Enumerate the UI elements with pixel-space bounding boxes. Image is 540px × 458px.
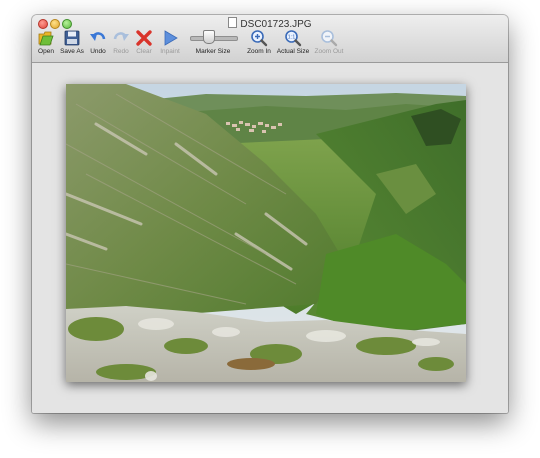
marker-size-slider[interactable] bbox=[185, 29, 241, 47]
landscape-photo bbox=[66, 84, 466, 382]
redo-label: Redo bbox=[113, 48, 129, 55]
save-as-button[interactable]: Save As bbox=[58, 29, 86, 61]
open-folder-icon bbox=[38, 31, 54, 46]
photo-canvas[interactable] bbox=[66, 84, 466, 382]
zoom-out-icon bbox=[321, 30, 338, 47]
zoom-in-label: Zoom In bbox=[247, 48, 271, 55]
zoom-in-icon bbox=[251, 30, 268, 47]
inpaint-label: Inpaint bbox=[160, 48, 180, 55]
open-button[interactable]: Open bbox=[34, 29, 58, 61]
svg-text:1:1: 1:1 bbox=[288, 35, 296, 41]
inpaint-play-icon bbox=[164, 30, 178, 46]
app-window: DSC01723.JPG Open Save As Undo Redo Clea… bbox=[32, 15, 508, 413]
actual-size-label: Actual Size bbox=[276, 48, 310, 55]
actual-size-button[interactable]: 1:1 Actual Size bbox=[275, 29, 311, 61]
open-label: Open bbox=[38, 48, 54, 55]
title-bar: DSC01723.JPG Open Save As Undo Redo Clea… bbox=[32, 15, 508, 63]
slider-knob[interactable] bbox=[203, 30, 216, 44]
zoom-out-button[interactable]: Zoom Out bbox=[312, 29, 346, 61]
document-icon bbox=[228, 17, 238, 28]
marker-size-control: Marker Size bbox=[185, 29, 241, 61]
save-as-label: Save As bbox=[60, 48, 84, 55]
undo-label: Undo bbox=[90, 48, 106, 55]
redo-button[interactable]: Redo bbox=[110, 29, 132, 61]
undo-button[interactable]: Undo bbox=[87, 29, 109, 61]
image-canvas-area bbox=[32, 63, 508, 413]
clear-label: Clear bbox=[136, 48, 152, 55]
redo-arrow-icon bbox=[113, 32, 129, 41]
zoom-in-button[interactable]: Zoom In bbox=[244, 29, 274, 61]
marker-size-label: Marker Size bbox=[195, 48, 231, 55]
inpaint-button[interactable]: Inpaint bbox=[156, 29, 184, 61]
undo-arrow-icon bbox=[90, 32, 106, 41]
zoom-out-label: Zoom Out bbox=[314, 48, 344, 55]
actual-size-icon: 1:1 bbox=[285, 30, 302, 47]
clear-x-icon bbox=[136, 30, 152, 46]
save-disk-icon bbox=[64, 30, 80, 46]
clear-button[interactable]: Clear bbox=[133, 29, 155, 61]
